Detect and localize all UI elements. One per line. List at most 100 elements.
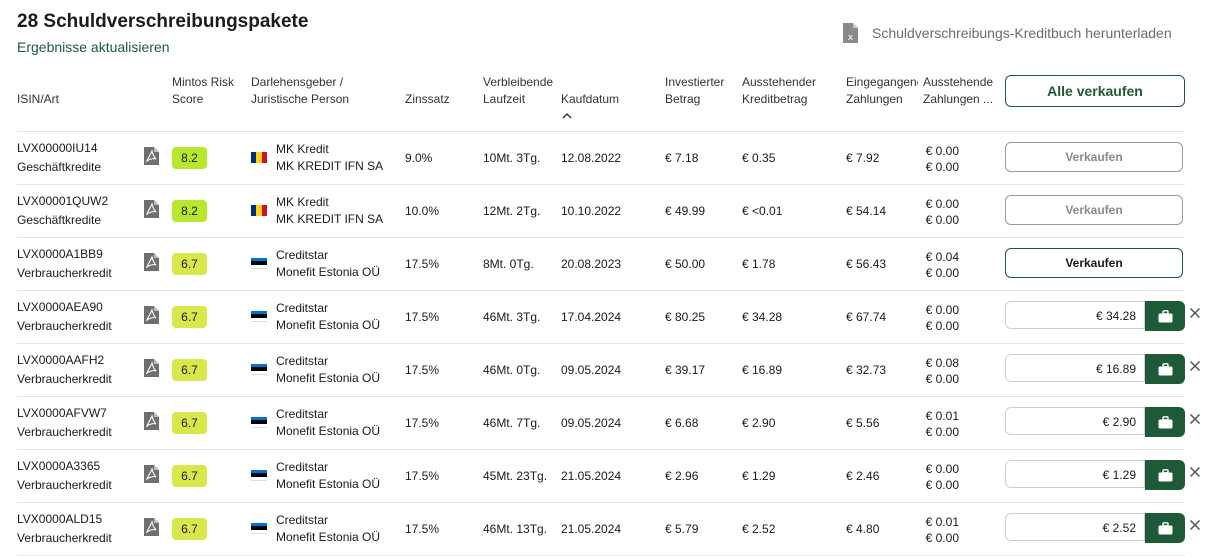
pdf-document-icon[interactable] [143,464,160,484]
legal-entity: Monefit Estonia OÜ [276,424,381,438]
sell-button[interactable]: Verkaufen [1005,195,1183,225]
outstanding-payments-late: € 0.00 [925,319,959,333]
col-header-date[interactable]: Kaufdatum [561,91,619,108]
risk-score-badge: 6.7 [172,518,207,540]
col-header-outstanding[interactable]: Ausstehender Kreditbetrag [742,74,816,108]
romania-flag-icon [251,152,267,163]
legal-entity: Monefit Estonia OÜ [276,371,381,385]
outstanding-payments-due: € 0.00 [925,144,959,158]
table-row: LVX0000AAFH2 Verbraucherkredit 6.7 Creditst… [0,344,1224,397]
refresh-results-link[interactable]: Ergebnisse aktualisieren [17,39,170,55]
legal-entity: MK KREDIT IFN SA [276,159,384,173]
isin-link[interactable]: LVX0000AAFH2 [17,353,104,367]
col-header-rate[interactable]: Zinssatz [405,91,450,108]
received-payments: € 56.43 [846,257,887,271]
invested-amount: € 5.79 [665,522,699,536]
isin-link[interactable]: LVX0000AEA90 [17,300,103,314]
table-row: LVX0000ALD15 Verbraucherkredit 6.7 Creditst… [0,503,1224,556]
sale-price-input[interactable]: € 16.89 [1005,354,1145,382]
pdf-document-icon[interactable] [143,358,160,378]
remaining-term: 45Mt. 23Tg. [483,469,548,483]
pdf-document-icon[interactable] [143,146,160,166]
received-payments: € 5.56 [846,416,880,430]
table-row: LVX00000IU14 Geschäftkredite 8.2 MK Kredit M… [0,132,1224,185]
briefcase-icon [1158,468,1172,481]
confirm-sale-button[interactable] [1145,513,1185,543]
estonia-flag-icon [251,258,267,269]
remaining-term: 12Mt. 2Tg. [483,204,541,218]
purchase-date: 17.04.2024 [561,310,622,324]
col-header-due-line1: Ausstehende [923,75,994,89]
confirm-sale-button[interactable] [1145,301,1185,331]
pdf-document-icon[interactable] [143,199,160,219]
loan-type: Verbraucherkredit [17,372,112,386]
col-header-lender-line2: Juristische Person [251,92,350,106]
remaining-term: 46Mt. 13Tg. [483,522,548,536]
sell-button[interactable]: Verkaufen [1005,142,1183,172]
pdf-document-icon[interactable] [143,305,160,325]
loan-type: Verbraucherkredit [17,478,112,492]
close-icon[interactable] [1189,360,1201,372]
close-icon[interactable] [1189,466,1201,478]
col-header-lender-line1: Darlehensgeber / [251,75,344,89]
confirm-sale-button[interactable] [1145,354,1185,384]
lender-name: MK Kredit [276,195,329,209]
outstanding-payments-due: € 0.01 [925,515,959,529]
outstanding-amount: € 2.90 [742,416,776,430]
sell-all-button[interactable]: Alle verkaufen [1005,75,1185,107]
col-header-lender[interactable]: Darlehensgeber / Juristische Person [251,74,349,108]
lender-name: Creditstar [276,248,329,262]
sale-price-input[interactable]: € 34.28 [1005,301,1145,329]
close-icon[interactable] [1189,519,1201,531]
isin-link[interactable]: LVX0000ALD15 [17,512,102,526]
col-header-received[interactable]: Eingegangene Zahlungen [846,74,918,108]
isin-link[interactable]: LVX00001QUW2 [17,194,108,208]
received-payments: € 32.73 [846,363,887,377]
risk-score-badge: 8.2 [172,200,207,222]
risk-score-badge: 6.7 [172,465,207,487]
close-icon[interactable] [1189,413,1201,425]
col-header-invested[interactable]: Investierter Betrag [665,74,724,108]
col-header-risk[interactable]: Mintos Risk Score [172,74,234,108]
remaining-term: 46Mt. 0Tg. [483,363,541,377]
lender-name: Creditstar [276,407,329,421]
purchase-date: 09.05.2024 [561,363,622,377]
download-loanbook-link[interactable]: x Schuldverschreibungs-Kreditbuch herunt… [842,22,1172,44]
invested-amount: € 7.18 [665,151,699,165]
sale-price-input[interactable]: € 1.29 [1005,460,1145,488]
confirm-sale-button[interactable] [1145,407,1185,437]
pdf-document-icon[interactable] [143,517,160,537]
sale-price-input[interactable]: € 2.90 [1005,407,1145,435]
col-header-due[interactable]: Ausstehende Zahlungen ... [923,74,995,108]
interest-rate: 17.5% [405,257,440,271]
received-payments: € 2.46 [846,469,880,483]
remaining-term: 8Mt. 0Tg. [483,257,534,271]
loan-type: Geschäftkredite [17,213,102,227]
isin-link[interactable]: LVX0000A1BB9 [17,247,103,261]
isin-link[interactable]: LVX0000A3365 [17,459,100,473]
outstanding-payments-late: € 0.00 [925,266,959,280]
loan-type: Verbraucherkredit [17,425,112,439]
invested-amount: € 2.96 [665,469,699,483]
isin-link[interactable]: LVX00000IU14 [17,141,98,155]
lender-name: MK Kredit [276,142,329,156]
purchase-date: 20.08.2023 [561,257,622,271]
confirm-sale-button[interactable] [1145,460,1185,490]
sale-price-input[interactable]: € 2.52 [1005,513,1145,541]
col-header-term[interactable]: Verbleibende Laufzeit [483,74,553,108]
close-icon[interactable] [1189,307,1201,319]
isin-link[interactable]: LVX0000AFVW7 [17,406,107,420]
outstanding-payments-due: € 0.00 [925,462,959,476]
received-payments: € 4.80 [846,522,880,536]
page-title: 28 Schuldverschreibungspakete [17,11,309,32]
pdf-document-icon[interactable] [143,411,160,431]
sort-ascending-icon[interactable] [562,112,572,120]
interest-rate: 17.5% [405,522,440,536]
table-row: LVX0000A3365 Verbraucherkredit 6.7 Creditst… [0,450,1224,503]
col-header-isin[interactable]: ISIN/Art [17,91,59,108]
remaining-term: 46Mt. 3Tg. [483,310,541,324]
col-header-outstanding-line1: Ausstehender [742,75,817,89]
sell-button[interactable]: Verkaufen [1005,248,1183,278]
col-header-invested-line1: Investierter [665,75,725,89]
pdf-document-icon[interactable] [143,252,160,272]
